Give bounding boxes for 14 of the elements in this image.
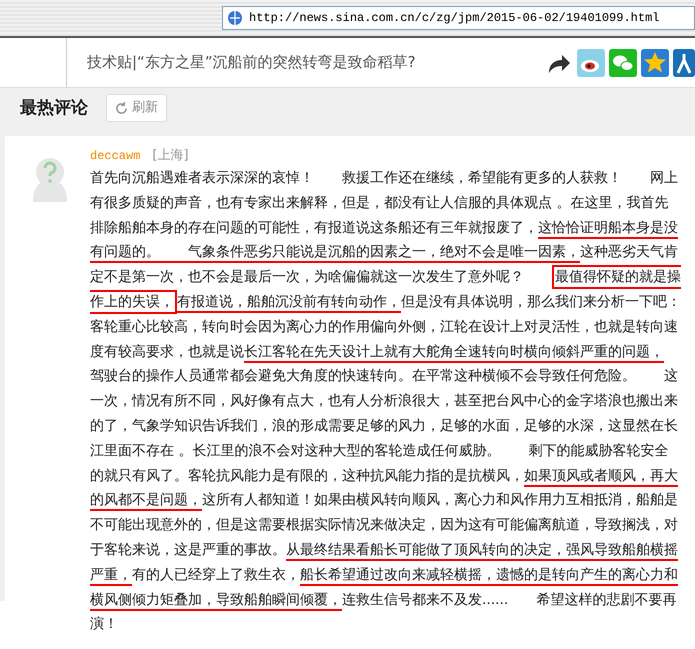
- page-icon: [227, 10, 243, 26]
- user-location: [上海]: [152, 148, 189, 163]
- renren-share-icon[interactable]: [673, 48, 695, 76]
- refresh-button[interactable]: 刷新: [106, 94, 167, 122]
- username-link[interactable]: deccawm: [90, 149, 140, 163]
- wechat-share-icon[interactable]: [609, 48, 637, 76]
- address-field[interactable]: http://news.sina.com.cn/c/zg/jpm/2015-06-02/19401099.html: [222, 6, 695, 30]
- section-heading: 最热评论: [20, 98, 88, 118]
- refresh-icon: [115, 102, 128, 114]
- star-share-icon[interactable]: [641, 48, 669, 76]
- weibo-share-icon[interactable]: [577, 48, 605, 76]
- url-text: http://news.sina.com.cn/c/zg/jpm/2015-06-02/19401099.html: [249, 10, 660, 27]
- comment-text: 首先向沉船遇难者表示深深的哀悼！ 救援工作还在继续，希望能有更多的人获救！ 网上有很多质疑的声音，也有专家出来解释，但是，都没有让人信服的具体观点 。在这里，我首先排除船舶本身的存在问题的可能性，有报道说这条船还有三年就报废了，这恰恰证明船本身是没有问题的。 气象条件恶劣只能说是沉船的因素之一，绝对不会是唯一因素，这种恶劣天气肯定不是第一次，也不会是最后一次，为啥偏偏就这一次发生了意外呢？ 最值得怀疑的就是操作上的失误， 有报道说，船舶沉没前有转向动作，但是没有具体说明，那么我们来分析一下吧：客轮重心比较高，转向时会因为离心力的作用偏向外侧，江轮在设计上对灵活性，也就是转向速度有较高要求，也就是说长江客轮在先天设计上就有大舵角全速转向时横向倾斜严重的问题， 驾驶台的操作人员通常都会避免大角度的快速转向。在平常这种横倾不会导致任何危险。 这一次，情况有所不同，风好像有点大，也有人分析浪很大，甚至把台风中心的金字塔浪也搬出来的了，气象学知识告诉我们，浪的形成需要足够的风力，足够的水面，足够的水深，这显然在长江里面不存在 。长江里的浪不会对这种大型的客轮造成任何威胁。 剩下的能威胁客轮安全的就只有风了。客轮抗风能力是有限的，这种抗风能力指的是抗横风，如果顶风或者顺风，再大的风都不是问题，这所有人都知道！如果由横风转向顺风，离心力和风作用力互相抵消，船舶是不可能出现意外的，但是这需要根据实际情况来做决定，因为这有可能偏离航道，导致搁浅，对于客轮来说，这是严重的事故。从最终结果看船长可能做了顶风转向的决定，强风导致船舶横摇严重，有的人已经穿上了救生衣，船长希望通过改向来减轻横摇，遗憾的是转向产生的离心力和横风侧倾力矩叠加，导致船舶瞬间倾覆，连救生信号都来不及发...... 希望这样的悲剧不要再演！: [90, 169, 681, 634]
- article-title: 技术贴|“东方之星”沉船前的突然转弯是致命稻草?: [86, 52, 417, 74]
